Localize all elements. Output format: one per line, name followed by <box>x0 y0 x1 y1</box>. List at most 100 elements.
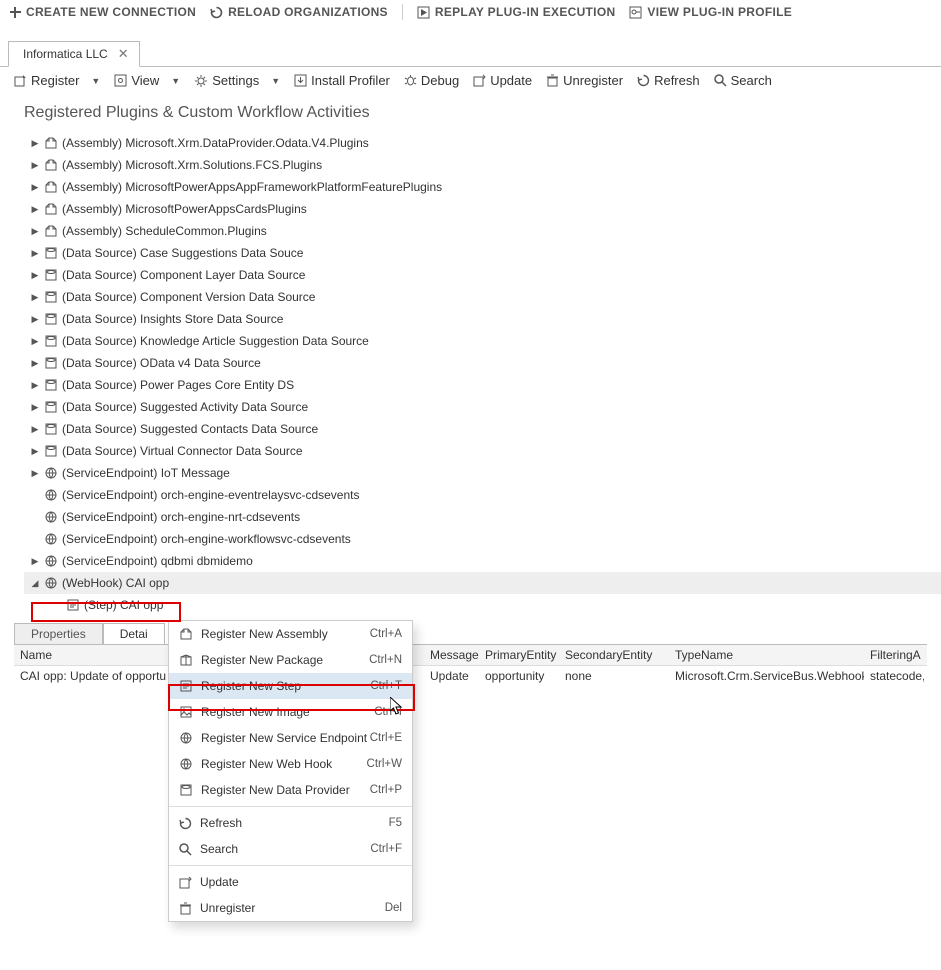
main-toolbar: Register ▼ View ▼ Settings ▼ Install Pro… <box>0 67 941 94</box>
unregister-icon <box>546 74 559 87</box>
create-connection-button[interactable]: CREATE NEW CONNECTION <box>10 5 196 19</box>
expand-icon[interactable]: ▶ <box>30 358 40 369</box>
menu-item-label: Register New Assembly <box>201 627 328 641</box>
tree-item-endpoint[interactable]: (ServiceEndpoint) orch-engine-workflowsv… <box>24 528 941 550</box>
update-label: Update <box>490 73 532 88</box>
refresh-icon <box>637 74 650 87</box>
tree-item-datasource[interactable]: ▶(Data Source) Component Layer Data Sour… <box>24 264 941 286</box>
view-label: View <box>131 73 159 88</box>
unregister-icon <box>179 902 192 915</box>
tree-item-assembly[interactable]: ▶(Assembly) MicrosoftPowerAppsCardsPlugi… <box>24 198 941 220</box>
col-secondary[interactable]: SecondaryEntity <box>559 645 669 665</box>
menu-item-register-new-assembly[interactable]: Register New AssemblyCtrl+A <box>169 621 412 647</box>
tree-item-datasource[interactable]: ▶(Data Source) Suggested Activity Data S… <box>24 396 941 418</box>
tree-item-datasource[interactable]: ▶ (Data Source) Component Version Data So… <box>24 286 941 308</box>
expand-icon[interactable]: ▶ <box>30 292 40 303</box>
step-icon <box>66 598 80 612</box>
tree-item-endpoint[interactable]: ▶(ServiceEndpoint) IoT Message <box>24 462 941 484</box>
expand-icon[interactable]: ▶ <box>30 380 40 391</box>
datasource-icon <box>44 400 58 414</box>
menu-item-shortcut: Ctrl+P <box>370 784 402 796</box>
register-dropdown[interactable]: Register ▼ <box>14 73 100 88</box>
expand-icon[interactable]: ▶ <box>30 336 40 347</box>
assembly-icon <box>44 158 58 172</box>
view-dropdown[interactable]: View ▼ <box>114 73 180 88</box>
expand-icon[interactable]: ▶ <box>30 468 40 479</box>
expand-icon[interactable]: ▶ <box>30 226 40 237</box>
menu-item-register-new-data-provider[interactable]: Register New Data ProviderCtrl+P <box>169 777 412 803</box>
expand-icon[interactable]: ▶ <box>30 138 40 149</box>
menu-item-update[interactable]: Update <box>169 869 412 895</box>
datasource-icon <box>44 422 58 436</box>
expand-icon[interactable]: ▶ <box>30 402 40 413</box>
tree-item-step[interactable]: (Step) CAI opp <box>24 594 941 616</box>
tab-informatica[interactable]: Informatica LLC ✕ <box>8 41 140 67</box>
install-profiler-button[interactable]: Install Profiler <box>294 73 390 88</box>
expand-icon[interactable]: ▶ <box>30 556 40 567</box>
expand-icon[interactable]: ▶ <box>30 424 40 435</box>
view-profile-button[interactable]: VIEW PLUG-IN PROFILE <box>629 5 792 19</box>
expand-icon[interactable]: ▶ <box>30 446 40 457</box>
settings-dropdown[interactable]: Settings ▼ <box>194 73 280 88</box>
app-toolbar: CREATE NEW CONNECTION RELOAD ORGANIZATIO… <box>0 0 941 24</box>
tree-item-datasource[interactable]: ▶(Data Source) Insights Store Data Sourc… <box>24 308 941 330</box>
tree-item-datasource[interactable]: ▶(Data Source) OData v4 Data Source <box>24 352 941 374</box>
tree-item-datasource[interactable]: ▶(Data Source) Case Suggestions Data Sou… <box>24 242 941 264</box>
menu-item-register-new-image[interactable]: Register New ImageCtrl+I <box>169 699 412 725</box>
settings-label: Settings <box>212 73 259 88</box>
expand-icon[interactable]: ▶ <box>30 248 40 259</box>
collapse-icon[interactable]: ◢ <box>30 578 40 589</box>
tab-properties[interactable]: Properties <box>14 623 103 645</box>
col-message[interactable]: Message <box>424 645 479 665</box>
menu-item-refresh[interactable]: RefreshF5 <box>169 810 412 836</box>
image-icon <box>179 705 193 719</box>
unregister-button[interactable]: Unregister <box>546 73 623 88</box>
tree-item-datasource[interactable]: ▶(Data Source) Virtual Connector Data So… <box>24 440 941 462</box>
tree-item-datasource[interactable]: ▶ (Data Source) Power Pages Core Entity D… <box>24 374 941 396</box>
debug-label: Debug <box>421 73 459 88</box>
datasource-icon <box>44 290 58 304</box>
tree-item-label: (Data Source) Power Pages Core Entity DS <box>62 378 294 392</box>
tree-item-endpoint[interactable]: (ServiceEndpoint) orch-engine-eventrelay… <box>24 484 941 506</box>
tree-item-label: (Data Source) Component Version Data Sou… <box>62 290 315 304</box>
tree-item-assembly[interactable]: ▶(Assembly) Microsoft.Xrm.Solutions.FCS.… <box>24 154 941 176</box>
tree-item-label: (ServiceEndpoint) orch-engine-workflowsv… <box>62 532 351 546</box>
install-icon <box>294 74 307 87</box>
replay-plugin-button[interactable]: REPLAY PLUG-IN EXECUTION <box>417 5 616 19</box>
search-button[interactable]: Search <box>714 73 772 88</box>
reload-organizations-button[interactable]: RELOAD ORGANIZATIONS <box>210 5 388 19</box>
expand-icon[interactable]: ▶ <box>30 204 40 215</box>
menu-item-register-new-service-endpoint[interactable]: Register New Service EndpointCtrl+E <box>169 725 412 751</box>
assembly-icon <box>44 136 58 150</box>
tree-item-endpoint[interactable]: ▶(ServiceEndpoint) qdbmi dbmidemo <box>24 550 941 572</box>
menu-item-register-new-web-hook[interactable]: Register New Web HookCtrl+W <box>169 751 412 777</box>
tree-item-assembly[interactable]: ▶(Assembly) MicrosoftPowerAppsAppFramewo… <box>24 176 941 198</box>
search-icon <box>179 843 192 856</box>
menu-item-register-new-package[interactable]: Register New PackageCtrl+N <box>169 647 412 673</box>
expand-icon[interactable]: ▶ <box>30 182 40 193</box>
expand-icon[interactable]: ▶ <box>30 160 40 171</box>
expand-icon[interactable]: ▶ <box>30 270 40 281</box>
col-typename[interactable]: TypeName <box>669 645 864 665</box>
grid-row[interactable]: CAI opp: Update of opportu Update opport… <box>14 666 927 686</box>
close-icon[interactable]: ✕ <box>118 46 129 62</box>
refresh-button[interactable]: Refresh <box>637 73 700 88</box>
col-primary[interactable]: PrimaryEntity <box>479 645 559 665</box>
menu-item-unregister[interactable]: UnregisterDel <box>169 895 412 921</box>
expand-icon[interactable]: ▶ <box>30 314 40 325</box>
tree-item-datasource[interactable]: ▶(Data Source) Suggested Contacts Data S… <box>24 418 941 440</box>
register-icon <box>14 74 27 87</box>
tree-item-assembly[interactable]: ▶ (Assembly) Microsoft.Xrm.DataProvider.O… <box>24 132 941 154</box>
tree-item-assembly[interactable]: ▶(Assembly) ScheduleCommon.Plugins <box>24 220 941 242</box>
update-button[interactable]: Update <box>473 73 532 88</box>
tree-item-label: (Assembly) Microsoft.Xrm.DataProvider.Od… <box>62 136 369 150</box>
menu-item-search[interactable]: SearchCtrl+F <box>169 836 412 862</box>
tree-item-endpoint[interactable]: (ServiceEndpoint) orch-engine-nrt-cdseve… <box>24 506 941 528</box>
debug-button[interactable]: Debug <box>404 73 459 88</box>
tree-item-webhook[interactable]: ◢(WebHook) CAI opp <box>24 572 941 594</box>
tree-item-datasource[interactable]: ▶(Data Source) Knowledge Article Suggest… <box>24 330 941 352</box>
menu-item-register-new-step[interactable]: Register New StepCtrl+T <box>169 673 412 699</box>
col-filtering[interactable]: FilteringA <box>864 645 924 665</box>
tab-details[interactable]: Detai <box>103 623 165 645</box>
cell-secondary: none <box>559 666 669 686</box>
